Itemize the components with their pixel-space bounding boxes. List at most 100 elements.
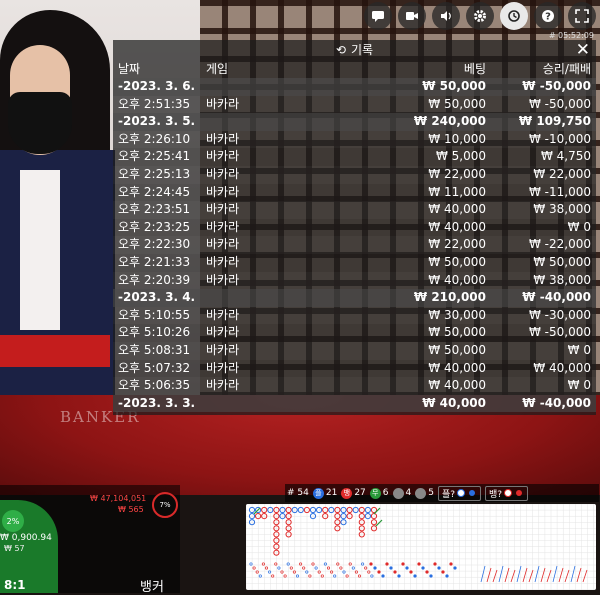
player-pair-count-value: 4 [405,488,412,498]
row-bet: ₩ 50,000 [428,96,486,111]
row-bet: ₩ 50,000 [428,342,486,357]
derived-road-mark [364,566,368,570]
history-row[interactable]: 오후 2:51:35 바카라 ₩ 50,000 ₩ -50,000 [113,96,596,114]
derived-road-mark [320,574,324,578]
small-road-mark [453,566,457,570]
round-number: # 54 [287,488,309,498]
dealer-sash [0,335,110,367]
row-bet: ₩ 30,000 [428,307,486,322]
fullscreen-icon[interactable] [568,2,596,30]
history-row[interactable]: 오후 5:08:31 바카라 ₩ 50,000 ₩ 0 [113,342,596,360]
small-road-mark [393,570,397,574]
banker-win-count-value: 27 [354,488,366,498]
gear-icon[interactable] [466,2,494,30]
cockroach-road-mark [540,567,546,583]
row-bet: ₩ 22,000 [428,166,486,181]
row-game: 바카라 [206,307,240,322]
history-date-row[interactable]: -2023. 3. 6. ₩ 50,000 ₩ -50,000 [113,78,596,96]
cockroach-road-mark [546,569,552,583]
history-icon[interactable] [500,2,528,30]
volume-icon[interactable] [432,2,460,30]
history-date-row[interactable]: -2023. 3. 4. ₩ 210,000 ₩ -40,000 [113,289,596,307]
history-date-row[interactable]: -2023. 3. 3. ₩ 40,000 ₩ -40,000 [113,394,596,413]
close-icon[interactable]: ✕ [576,40,590,60]
history-row[interactable]: 오후 5:10:55 바카라 ₩ 30,000 ₩ -30,000 [113,307,596,325]
small-road-mark [381,574,385,578]
round-clock: # 05:52:09 [548,31,594,40]
date-total-result: ₩ -40,000 [522,290,591,305]
cockroach-road-mark [480,565,486,583]
derived-road-mark [271,574,275,578]
banker-pair-count: 5 [415,487,434,499]
player-percent-chip: 2% [2,510,24,532]
row-game: 바카라 [206,254,240,269]
row-game: 바카라 [206,272,240,287]
banker-prediction-button[interactable]: 뱅? [485,485,529,501]
prediction-circle-icon [457,489,466,497]
history-row[interactable]: 오후 2:22:30 바카라 ₩ 22,000 ₩ -22,000 [113,236,596,254]
history-row[interactable]: 오후 2:26:10 바카라 ₩ 10,000 ₩ -10,000 [113,131,596,149]
banker-bet-label[interactable]: 뱅커 [140,576,164,595]
row-time: 오후 2:24:45 [118,184,191,199]
history-row[interactable]: 오후 5:10:26 바카라 ₩ 50,000 ₩ -50,000 [113,324,596,342]
small-road-mark [413,574,417,578]
history-date-row[interactable]: -2023. 3. 5. ₩ 240,000 ₩ 109,750 [113,113,596,131]
player-win-count: 플 21 [312,487,337,499]
history-row[interactable]: 오후 2:23:51 바카라 ₩ 40,000 ₩ 38,000 [113,201,596,219]
row-game: 바카라 [206,219,240,234]
history-row[interactable]: 오후 5:06:35 바카라 ₩ 40,000 ₩ 0 [113,377,596,395]
row-game: 바카라 [206,202,240,217]
row-result: ₩ 0 [567,378,591,393]
row-bet: ₩ 5,000 [435,149,486,164]
tie-dot-icon: 무 [369,487,381,499]
video-icon[interactable] [398,2,426,30]
history-row[interactable]: 오후 2:21:33 바카라 ₩ 50,000 ₩ 50,000 [113,254,596,272]
row-bet: ₩ 40,000 [428,360,486,375]
row-game: 바카라 [206,131,240,146]
history-icon: ⟲ [335,43,346,57]
cockroach-road-mark [534,565,540,583]
column-result: 승리/패배 [542,62,591,76]
tie-count: 무6 [369,487,389,499]
date-total-bet: ₩ 240,000 [413,114,486,129]
dealer-shirt [20,170,60,330]
small-road-mark [437,566,441,570]
derived-road-mark [258,574,262,578]
help-icon[interactable]: ? [534,2,562,30]
date-total-bet: ₩ 50,000 [422,79,486,93]
small-road-mark [377,570,381,574]
history-row[interactable]: 오후 2:20:39 바카라 ₩ 40,000 ₩ 38,000 [113,272,596,290]
small-road-mark [409,570,413,574]
history-column-headers: 날짜 게임 베팅 승리/패배 [113,60,596,78]
history-row[interactable]: 오후 2:23:25 바카라 ₩ 40,000 ₩ 0 [113,219,596,237]
player-total-amount: ₩ 0,900.94 [0,533,52,543]
column-date: 날짜 [118,62,141,76]
cockroach-road-mark [558,567,564,583]
history-row[interactable]: 오후 2:24:45 바카라 ₩ 11,000 ₩ -11,000 [113,184,596,202]
player-prediction-label: 플? [441,489,456,500]
history-row[interactable]: 오후 5:07:32 바카라 ₩ 40,000 ₩ 40,000 [113,360,596,378]
history-row[interactable]: 오후 2:25:13 바카라 ₩ 22,000 ₩ 22,000 [113,166,596,184]
row-result: ₩ 38,000 [533,272,591,287]
history-row[interactable]: 오후 2:25:41 바카라 ₩ 5,000 ₩ 4,750 [113,148,596,166]
player-prediction-button[interactable]: 플? [437,485,482,501]
row-time: 오후 2:23:25 [118,219,191,234]
small-road-mark [429,574,433,578]
small-road-mark [385,562,389,566]
row-time: 오후 2:51:35 [118,96,191,111]
row-time: 오후 2:21:33 [118,254,191,269]
row-game: 바카라 [206,378,240,393]
banker-pair-count-value: 5 [428,488,434,498]
derived-road-mark [333,574,337,578]
row-bet: ₩ 11,000 [428,184,486,199]
derived-road-mark [295,574,300,578]
chat-icon[interactable] [364,2,392,30]
column-game: 게임 [206,62,229,76]
date-label: -2023. 3. 6. [118,79,196,93]
row-result: ₩ -11,000 [529,184,591,199]
cockroach-road-mark [486,567,492,583]
tie-road-mark [373,507,381,515]
cockroach-road-mark [528,569,534,583]
small-road-mark [373,566,377,570]
history-title: 기록 [350,43,374,57]
